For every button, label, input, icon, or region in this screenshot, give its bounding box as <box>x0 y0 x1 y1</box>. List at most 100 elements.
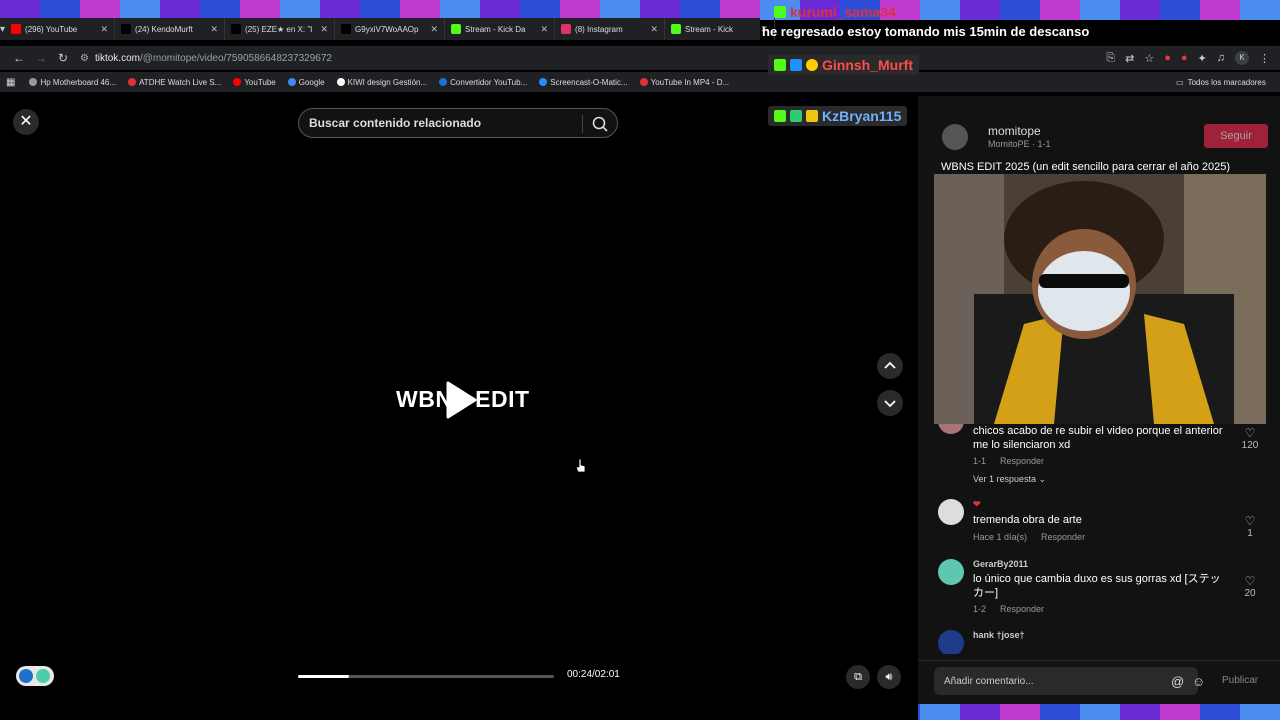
chat-username-text: Ginnsh_Murft <box>822 57 913 73</box>
close-icon[interactable]: ✕ <box>13 109 39 135</box>
site-info-icon[interactable]: ⚙ <box>80 53 89 64</box>
tab-label: (296) YouTube <box>25 24 78 34</box>
tab-favicon-icon <box>561 24 572 34</box>
tab-close-icon[interactable]: ✕ <box>320 24 328 35</box>
bookmark-item[interactable]: KIWI design Gestión... <box>336 78 427 87</box>
all-bookmarks-button[interactable]: ▭ Todos los marcadores <box>1176 72 1266 92</box>
tab-close-icon[interactable]: ✕ <box>430 24 438 35</box>
reply-link[interactable]: Responder <box>1000 456 1044 466</box>
search-icon[interactable] <box>591 115 609 133</box>
chat-username: Ginnsh_Murft <box>768 55 919 75</box>
bookmark-item[interactable]: Hp Motherboard 46... <box>29 78 116 87</box>
bookmark-item[interactable]: YouTube In MP4 - D... <box>639 78 729 87</box>
comment-meta: Hace 1 día(s) Responder <box>973 532 1085 542</box>
like-button[interactable]: ♡ 20 <box>1232 574 1268 599</box>
bookmark-favicon-icon <box>287 78 296 86</box>
reply-link[interactable]: Responder <box>1041 532 1085 542</box>
comment-avatar[interactable] <box>938 559 964 585</box>
pip-icon[interactable] <box>19 669 33 683</box>
video-player[interactable]: ✕ WBNS EDIT 00:24/02:01 ⧉ 🔊︎ <box>0 96 918 720</box>
browser-tab[interactable]: (24) KendoMurft ✕ <box>115 18 226 40</box>
kick-badge-icon <box>774 110 786 122</box>
author-row: momitope MomitoPE · 1-1 Seguir <box>930 122 1268 152</box>
browser-tab[interactable]: (25) EZE★ en X: "I ✕ <box>225 18 336 40</box>
browser-tab[interactable]: Stream - Kick Da ✕ <box>445 18 556 40</box>
extension-icon[interactable]: ● <box>1181 52 1188 64</box>
play-icon[interactable] <box>444 380 478 420</box>
comment-text: lo único que cambia duxo es sus gorras x… <box>973 573 1221 599</box>
heart-icon: ♡ <box>1244 574 1256 588</box>
bookmark-item[interactable]: Convertidor YouTub... <box>439 78 527 87</box>
menu-kebab-icon[interactable]: ⋮ <box>1259 52 1270 65</box>
tab-close-icon[interactable]: ✕ <box>540 24 548 35</box>
url-field[interactable]: ⚙ tiktok.com/@momitope/video/75905866482… <box>80 46 760 70</box>
profile-avatar[interactable]: K <box>1235 51 1249 65</box>
forward-arrow-icon[interactable]: → <box>30 51 52 65</box>
translate-icon[interactable]: ⇄ <box>1125 52 1134 65</box>
comment-avatar[interactable] <box>938 630 964 654</box>
browser-tab[interactable]: (8) Instagram ✕ <box>555 18 666 40</box>
mini-player-toggle[interactable] <box>16 666 54 686</box>
captions-icon[interactable]: ⧉ <box>846 665 870 689</box>
autoscroll-icon[interactable] <box>36 669 50 683</box>
bookmark-star-icon[interactable]: ☆ <box>1144 52 1154 65</box>
comment-meta: 1-1 Responder <box>973 456 1044 466</box>
reload-icon[interactable]: ↻ <box>52 51 74 65</box>
tab-favicon-icon <box>11 24 22 34</box>
browser-tab-bar: ▾ (296) YouTube ✕ (24) KendoMurft ✕ (25) EZE… <box>0 18 776 40</box>
like-button[interactable]: ♡ 120 <box>1232 426 1268 451</box>
bookmark-item[interactable]: Screencast-O-Matic... <box>539 78 628 87</box>
browser-tab[interactable]: (296) YouTube ✕ <box>5 18 116 40</box>
comment-username[interactable]: GerarBy2011 <box>973 559 1028 569</box>
comment-username[interactable]: hank †jose† <box>973 630 1025 640</box>
progress-bar[interactable] <box>298 675 554 678</box>
comment-item: hank †jose† <box>938 630 1270 654</box>
apps-grid-icon[interactable]: ▦ <box>6 77 15 88</box>
search-input[interactable] <box>309 116 579 130</box>
subscriber-badge-icon <box>790 110 802 122</box>
tab-close-icon[interactable]: ✕ <box>650 24 658 35</box>
bookmarks-bar: ▦ Hp Motherboard 46... ATDHE Watch Live S… <box>0 72 1280 92</box>
tab-label: Stream - Kick <box>685 24 734 34</box>
progress-fill <box>298 675 350 678</box>
hand-cursor-icon <box>575 458 586 473</box>
comment-composer: @ ☺ Publicar <box>918 660 1280 704</box>
tab-favicon-icon <box>671 24 682 34</box>
stream-overlay-top-border <box>0 0 1280 20</box>
bookmark-item[interactable]: Google <box>287 78 325 87</box>
search-bar[interactable] <box>298 108 618 138</box>
back-arrow-icon[interactable]: ← <box>8 51 30 65</box>
comment-avatar[interactable] <box>938 499 964 525</box>
bookmark-favicon-icon <box>439 78 448 86</box>
bookmarks-list: Hp Motherboard 46... ATDHE Watch Live S..… <box>29 78 741 87</box>
publish-button[interactable]: Publicar <box>1222 675 1258 686</box>
follow-button[interactable]: Seguir <box>1204 124 1268 148</box>
tab-favicon-icon <box>121 24 132 34</box>
bookmark-item[interactable]: YouTube <box>233 78 276 87</box>
emoji-icon[interactable]: ☺ <box>1192 674 1205 689</box>
chat-username: KzBryan115 <box>768 106 908 126</box>
bookmark-item[interactable]: ATDHE Watch Live S... <box>128 78 221 87</box>
tab-favicon-icon <box>341 24 352 34</box>
media-controls-icon[interactable]: ♫ <box>1217 52 1225 64</box>
author-name[interactable]: momitope <box>988 124 1041 138</box>
tab-close-icon[interactable]: ✕ <box>210 24 218 35</box>
webcam-person-image <box>934 174 1266 424</box>
comment-date: 1-1 <box>973 456 987 466</box>
browser-tab[interactable]: G9yxiV7WoAAOp ✕ <box>335 18 446 40</box>
like-button[interactable]: ♡ 1 <box>1232 514 1268 539</box>
next-video-button[interactable] <box>877 390 903 416</box>
extension-icon[interactable]: ● <box>1164 52 1171 64</box>
comment-input[interactable] <box>934 667 1198 695</box>
volume-icon[interactable]: 🔊︎ <box>877 665 901 689</box>
extensions-puzzle-icon[interactable]: ✦ <box>1198 52 1207 65</box>
previous-video-button[interactable] <box>877 353 903 379</box>
tab-close-icon[interactable]: ✕ <box>100 24 108 35</box>
mention-at-icon[interactable]: @ <box>1171 674 1184 689</box>
install-app-icon[interactable]: ⎘ <box>1106 52 1115 65</box>
browser-tab[interactable]: Stream - Kick ✕ <box>665 18 776 40</box>
author-avatar[interactable] <box>942 124 968 150</box>
chevron-up-icon <box>884 361 896 369</box>
reply-link[interactable]: Responder <box>1000 604 1044 614</box>
view-replies-link[interactable]: Ver 1 respuesta ⌄ <box>973 474 1046 485</box>
